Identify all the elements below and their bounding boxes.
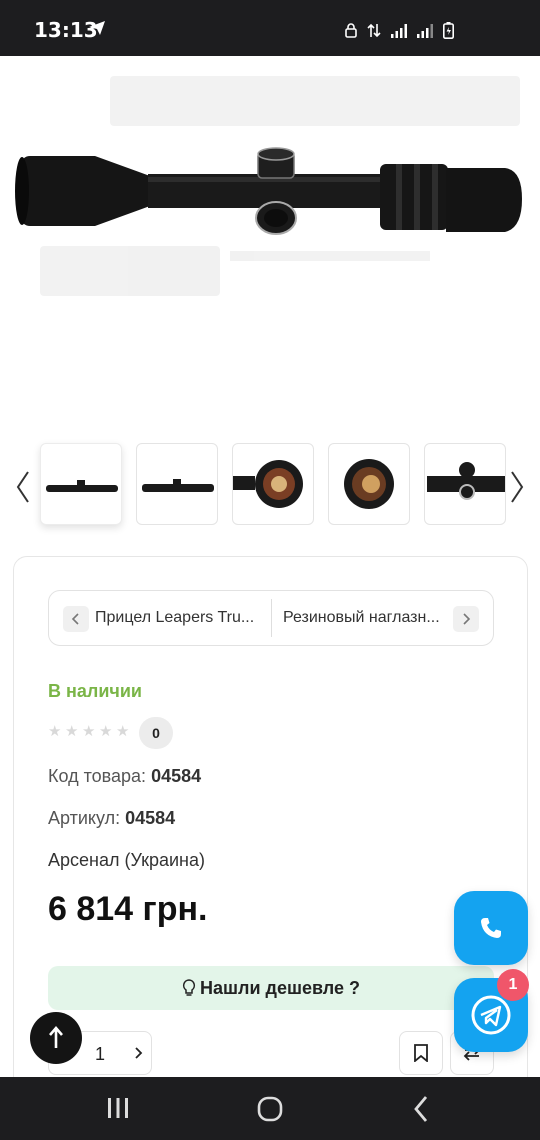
product-sku-value: 04584 bbox=[125, 808, 176, 828]
chevron-right-icon[interactable] bbox=[506, 470, 528, 504]
related-products-nav: Прицел Leapers Tru... Резиновый наглазн.… bbox=[48, 590, 494, 646]
home-icon[interactable] bbox=[257, 1096, 283, 1122]
lens-thumb-image bbox=[344, 459, 394, 509]
thumbnail-2[interactable] bbox=[136, 443, 218, 525]
product-sku-label: Артикул: bbox=[48, 808, 121, 828]
system-navigation-bar bbox=[0, 1077, 540, 1140]
prev-product-link[interactable]: Прицел Leapers Tru... bbox=[95, 609, 263, 627]
lens-thumb-image bbox=[233, 460, 303, 508]
data-arrows-icon bbox=[367, 23, 381, 38]
star-icon: ★ bbox=[99, 723, 113, 740]
bookmark-button[interactable] bbox=[399, 1031, 443, 1075]
chevron-right-icon bbox=[463, 613, 471, 625]
scope-thumb-image bbox=[142, 479, 214, 492]
increase-quantity-button[interactable] bbox=[133, 1044, 143, 1065]
lock-icon bbox=[345, 23, 357, 38]
battery-icon bbox=[443, 22, 454, 39]
star-icon: ★ bbox=[65, 723, 79, 740]
thumbnail-1[interactable] bbox=[40, 443, 122, 525]
scope-thumb-image bbox=[46, 480, 118, 492]
bookmark-icon bbox=[414, 1044, 428, 1062]
status-bar: 13:13 bbox=[0, 0, 540, 56]
phone-icon bbox=[481, 918, 501, 938]
turret-thumb-image bbox=[427, 462, 505, 500]
next-product-link[interactable]: Резиновый наглазн... bbox=[283, 609, 449, 627]
system-icons bbox=[345, 22, 454, 39]
product-code: Код товара: 04584 bbox=[48, 766, 201, 787]
product-info-card: Прицел Leapers Tru... Резиновый наглазн.… bbox=[13, 556, 528, 1096]
prev-product-button[interactable] bbox=[63, 606, 89, 632]
thumbnail-strip bbox=[0, 440, 540, 532]
found-cheaper-label: Нашли дешевле ? bbox=[200, 977, 360, 998]
star-icon: ★ bbox=[116, 723, 130, 740]
next-product-button[interactable] bbox=[453, 606, 479, 632]
star-icon: ★ bbox=[48, 723, 62, 740]
back-icon[interactable] bbox=[412, 1095, 430, 1123]
arrow-up-icon bbox=[49, 1026, 63, 1048]
product-price: 6 814 грн. bbox=[48, 890, 208, 928]
quantity-value[interactable]: 1 bbox=[95, 1044, 105, 1065]
scroll-to-top-button[interactable] bbox=[30, 1012, 82, 1064]
product-main-image[interactable] bbox=[0, 56, 540, 440]
star-icon: ★ bbox=[82, 723, 96, 740]
call-button[interactable] bbox=[454, 891, 528, 965]
thumbnail-4[interactable] bbox=[328, 443, 410, 525]
recent-apps-icon[interactable] bbox=[106, 1097, 130, 1119]
chevron-right-icon bbox=[135, 1047, 143, 1059]
manufacturer: Арсенал (Украина) bbox=[48, 850, 205, 870]
product-code-label: Код товара: bbox=[48, 766, 147, 786]
product-code-value: 04584 bbox=[151, 766, 202, 786]
rating-stars[interactable]: ★ ★ ★ ★ ★ bbox=[48, 723, 130, 740]
chevron-left-icon bbox=[71, 613, 79, 625]
thumbnail-3[interactable] bbox=[232, 443, 314, 525]
chevron-left-icon[interactable] bbox=[12, 470, 34, 504]
telegram-send-icon bbox=[89, 21, 105, 35]
divider bbox=[271, 599, 272, 637]
signal-icon bbox=[391, 23, 407, 38]
product-sku: Артикул: 04584 bbox=[48, 808, 175, 829]
rating-count-badge[interactable]: 0 bbox=[139, 717, 173, 749]
rifle-scope-image bbox=[15, 76, 522, 296]
thumbnail-5[interactable] bbox=[424, 443, 506, 525]
lightbulb-icon bbox=[182, 979, 196, 996]
chat-notification-badge: 1 bbox=[497, 969, 529, 1001]
signal-icon bbox=[417, 23, 433, 38]
found-cheaper-button[interactable]: Нашли дешевле ? bbox=[48, 966, 494, 1010]
stock-status: В наличии bbox=[48, 681, 142, 701]
